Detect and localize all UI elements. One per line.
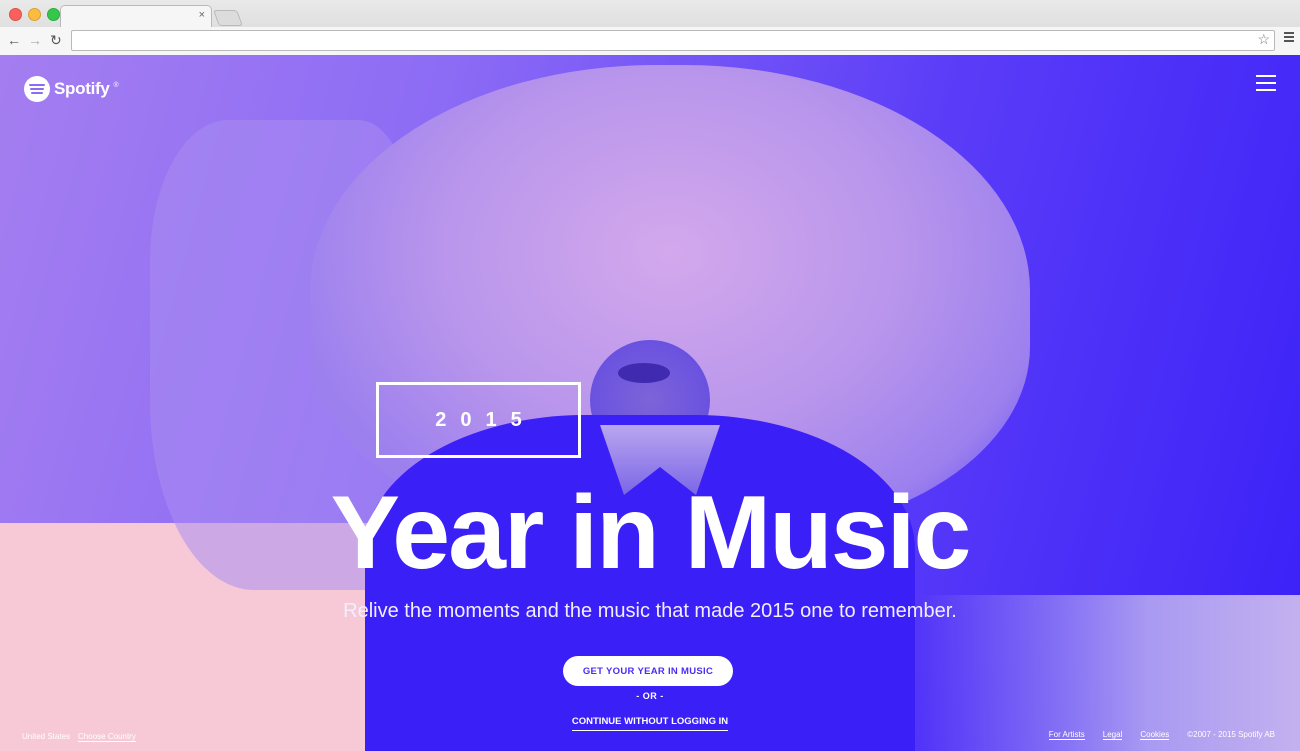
for-artists-link[interactable]: For Artists xyxy=(1048,730,1085,740)
reload-icon[interactable]: ↻ xyxy=(50,31,62,49)
year-label: 2015 xyxy=(435,408,536,431)
hero-subtitle: Relive the moments and the music that ma… xyxy=(343,600,957,622)
minimize-window-button[interactable] xyxy=(28,8,41,21)
get-year-in-music-button[interactable]: GET YOUR YEAR IN MUSIC xyxy=(563,656,733,686)
new-tab-button[interactable] xyxy=(213,10,243,26)
window-controls xyxy=(9,8,60,21)
tab-close-icon[interactable]: × xyxy=(199,9,205,21)
spotify-logo[interactable]: Spotify ® xyxy=(24,76,119,102)
browser-toolbar: ← → ↻ ☆ xyxy=(0,27,1300,55)
copyright-text: ©2007 - 2015 Spotify AB xyxy=(1187,730,1275,739)
spotify-page: Spotify ® 2015 Year in Music Relive the … xyxy=(0,55,1300,751)
footer-links: For Artists Legal Cookies ©2007 - 2015 S… xyxy=(1048,730,1275,740)
spotify-icon xyxy=(24,76,50,102)
spotify-wordmark: Spotify xyxy=(54,79,110,98)
maximize-window-button[interactable] xyxy=(47,8,60,21)
trademark-mark: ® xyxy=(113,82,119,89)
continue-without-login-link[interactable]: CONTINUE WITHOUT LOGGING IN xyxy=(571,716,729,731)
footer-country: United States Choose Country xyxy=(22,732,136,742)
back-icon[interactable]: ← xyxy=(7,31,21,49)
menu-icon[interactable] xyxy=(1256,75,1276,96)
legal-link[interactable]: Legal xyxy=(1102,730,1123,740)
close-window-button[interactable] xyxy=(9,8,22,21)
hero-image-lips xyxy=(618,363,670,383)
choose-country-link[interactable]: Choose Country xyxy=(78,732,136,742)
browser-menu-icon[interactable] xyxy=(1284,32,1294,44)
or-divider: - OR - xyxy=(636,691,664,701)
cookies-link[interactable]: Cookies xyxy=(1140,730,1170,740)
address-bar[interactable]: ☆ xyxy=(71,30,1275,51)
year-badge: 2015 xyxy=(376,382,581,458)
country-label: United States xyxy=(22,732,71,741)
page-title: Year in Music xyxy=(330,475,972,591)
browser-tab[interactable]: × xyxy=(60,5,212,28)
bookmark-star-icon[interactable]: ☆ xyxy=(1257,31,1270,48)
browser-chrome: × ← → ↻ ☆ xyxy=(0,0,1300,56)
continue-container: CONTINUE WITHOUT LOGGING IN xyxy=(0,711,1300,731)
forward-icon[interactable]: → xyxy=(28,31,42,49)
